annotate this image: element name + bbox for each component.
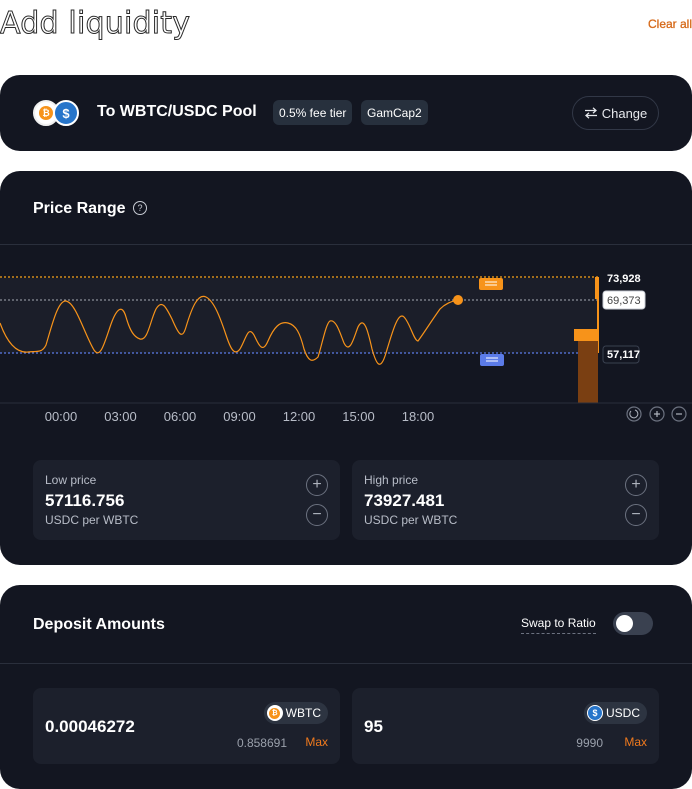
high-price-decrease-button[interactable]: − <box>625 504 647 526</box>
x-tick-label: 09:00 <box>223 409 256 424</box>
high-price-box: High price 73927.481 USDC per WBTC + − <box>352 460 659 540</box>
pool-card: ₿ $ To WBTC/USDC Pool 0.5% fee tier GamC… <box>0 75 692 151</box>
liquidity-bar <box>574 329 598 341</box>
usdc-icon: $ <box>53 100 79 126</box>
liquidity-bar <box>578 341 598 403</box>
wbtc-amount-input[interactable]: 0.00046272 <box>45 717 135 737</box>
pool-title: To WBTC/USDC Pool <box>97 103 257 120</box>
usdc-amount-input[interactable]: 95 <box>364 717 383 737</box>
price-range-title: Price Range <box>33 200 126 217</box>
change-label: Change <box>601 105 648 121</box>
page-title: Add liquidity <box>0 6 191 42</box>
high-price-value[interactable]: 73927.481 <box>364 491 444 511</box>
change-pool-button[interactable]: Change <box>572 96 659 130</box>
low-price-increase-button[interactable]: + <box>306 474 328 496</box>
usdc-amount-box: 95 $ USDC 9990 Max <box>352 688 659 764</box>
x-tick-label: 00:00 <box>45 409 78 424</box>
high-price-increase-button[interactable]: + <box>625 474 647 496</box>
low-price-unit: USDC per WBTC <box>45 513 139 527</box>
wbtc-amount-box: 0.00046272 ₿ WBTC 0.858691 Max <box>33 688 340 764</box>
token-pair-icons: ₿ $ <box>33 100 81 126</box>
swap-to-ratio-toggle[interactable] <box>613 612 653 635</box>
reset-zoom-icon[interactable] <box>626 406 642 422</box>
bracket-cap <box>595 277 599 299</box>
zoom-out-icon[interactable] <box>671 406 687 422</box>
high-price-unit: USDC per WBTC <box>364 513 458 527</box>
x-tick-label: 15:00 <box>342 409 375 424</box>
price-chart[interactable]: 73,928 69,373 57,117 00:00 03:00 06:00 09:0… <box>0 245 692 435</box>
low-price-decrease-button[interactable]: − <box>306 504 328 526</box>
current-price-dot <box>453 295 463 305</box>
wbtc-balance: 0.858691 <box>236 736 287 750</box>
wbtc-max-button[interactable]: Max <box>305 735 328 749</box>
wbtc-symbol: WBTC <box>285 706 321 720</box>
help-icon[interactable]: ? <box>133 201 147 215</box>
swap-to-ratio-label: Swap to Ratio <box>521 616 596 634</box>
low-price-label: Low price <box>45 473 97 487</box>
x-tick-label: 06:00 <box>164 409 197 424</box>
deposit-title: Deposit Amounts <box>33 616 165 633</box>
x-tick-label: 18:00 <box>402 409 435 424</box>
usdc-balance: 9990 <box>576 736 603 750</box>
strategy-badge: GamCap2 <box>361 100 428 125</box>
usdc-symbol: USDC <box>605 706 640 720</box>
clear-all-link[interactable]: Clear all <box>648 17 692 31</box>
usdc-icon: $ <box>586 705 603 721</box>
usdc-token-chip: $ USDC <box>583 702 647 724</box>
high-price-label: High price <box>364 473 419 487</box>
divider <box>0 663 692 664</box>
low-price-value[interactable]: 57116.756 <box>45 491 124 511</box>
x-tick-label: 12:00 <box>283 409 316 424</box>
swap-arrows-icon <box>584 107 597 119</box>
toggle-knob <box>616 615 633 632</box>
current-price-label: 69,373 <box>607 295 641 307</box>
upper-price-label: 73,928 <box>607 273 641 285</box>
zoom-in-icon[interactable] <box>649 406 665 422</box>
x-tick-label: 03:00 <box>104 409 137 424</box>
lower-handle[interactable] <box>480 354 504 366</box>
wbtc-token-chip: ₿ WBTC <box>263 702 328 724</box>
upper-handle[interactable] <box>479 278 503 290</box>
fee-tier-badge: 0.5% fee tier <box>273 100 353 125</box>
wbtc-icon: ₿ <box>266 705 283 721</box>
x-axis-ticks: 00:00 03:00 06:00 09:00 12:00 15:00 18:00 <box>45 409 435 424</box>
low-price-box: Low price 57116.756 USDC per WBTC + − <box>33 460 340 540</box>
lower-price-label: 57,117 <box>607 349 640 361</box>
usdc-max-button[interactable]: Max <box>624 735 647 749</box>
